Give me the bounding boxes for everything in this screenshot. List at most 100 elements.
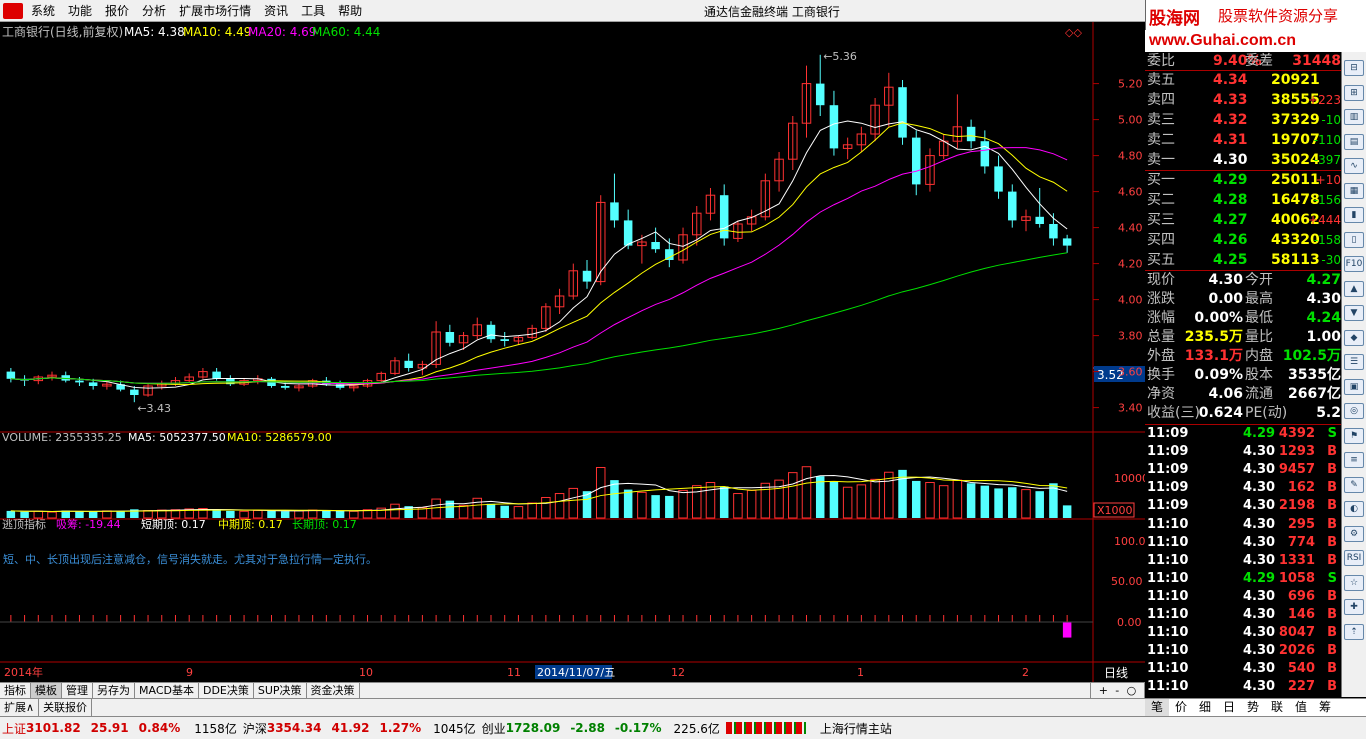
ask-row[interactable]: 卖五 4.34 20921	[1145, 71, 1341, 90]
tick-row[interactable]: 11:10 4.30 227 B	[1145, 678, 1341, 696]
panel-icon[interactable]: ▣	[1344, 378, 1364, 395]
stat-row[interactable]: 换手 0.09% 股本 3535亿	[1145, 366, 1341, 385]
tick-row[interactable]: 11:10 4.30 2026 B	[1145, 642, 1341, 660]
bid-row[interactable]: 买五 4.25 58113 -30	[1145, 251, 1341, 270]
bottom-tab[interactable]: 另存为	[93, 683, 135, 698]
wave-icon[interactable]: ∿	[1344, 158, 1364, 174]
station-label[interactable]: 上海行情主站	[820, 720, 892, 737]
right-tab[interactable]: 值	[1289, 699, 1313, 716]
bottom-tab[interactable]: MACD基本	[135, 683, 199, 698]
volume-bar	[1021, 489, 1031, 519]
weibi-row[interactable]: 委比 9.40% 委差 31448	[1145, 52, 1341, 71]
menu-info[interactable]: 资讯	[264, 2, 301, 19]
right-tab[interactable]: 筹	[1313, 699, 1337, 716]
cross-icon[interactable]: ✚	[1344, 599, 1364, 615]
bottom-tab[interactable]: DDE决策	[199, 683, 254, 698]
menu-system[interactable]: 系统	[31, 2, 68, 19]
stat-row[interactable]: 涨幅 0.00% 最低 4.24	[1145, 309, 1341, 328]
stat-row[interactable]: 净资 4.06 流通 2667亿	[1145, 385, 1341, 404]
zoom-reset-button[interactable]: ○	[1127, 683, 1137, 698]
bottom-tab[interactable]: 资金决策	[307, 683, 360, 698]
menu-ext-market[interactable]: 扩展市场行情	[179, 2, 264, 19]
x-label-jan: 1	[857, 666, 864, 679]
grid-icon[interactable]: ▥	[1344, 109, 1364, 125]
bid-row[interactable]: 买二 4.28 16478 -156	[1145, 191, 1341, 210]
tick-row[interactable]: 11:10 4.30 8047 B	[1145, 624, 1341, 642]
ask-row[interactable]: 卖四 4.33 38555 +223	[1145, 91, 1341, 110]
bottom-tab[interactable]: SUP决策	[254, 683, 307, 698]
menu-quote[interactable]: 报价	[105, 2, 142, 19]
zoom-in-button[interactable]: +	[1099, 683, 1108, 698]
menu-help[interactable]: 帮助	[338, 2, 375, 19]
bar-icon[interactable]: ▯	[1344, 231, 1364, 248]
right-tab[interactable]: 联	[1265, 699, 1289, 716]
arrow-up-icon[interactable]: ⇡	[1344, 623, 1364, 640]
tick-row[interactable]: 11:10 4.30 774 B	[1145, 534, 1341, 552]
tick-row[interactable]: 11:10 4.30 146 B	[1145, 606, 1341, 624]
menu-analysis[interactable]: 分析	[142, 2, 179, 19]
tick-row[interactable]: 11:09 4.30 9457 B	[1145, 461, 1341, 479]
ind-tick-100: 100.0	[1114, 535, 1145, 548]
bottom-tab[interactable]: 模板	[31, 683, 62, 698]
menu-function[interactable]: 功能	[68, 2, 105, 19]
tick-row[interactable]: 11:10 4.30 1331 B	[1145, 552, 1341, 570]
tick-row[interactable]: 11:09 4.30 1293 B	[1145, 443, 1341, 461]
right-tab[interactable]: 笔	[1145, 699, 1169, 716]
tick-row[interactable]: 11:09 4.30 2198 B	[1145, 497, 1341, 515]
target-icon[interactable]: ◎	[1344, 403, 1364, 419]
ext-tab[interactable]: 关联报价	[39, 699, 93, 716]
stat-row[interactable]: 总量 235.5万 量比 1.00	[1145, 328, 1341, 347]
table-icon[interactable]: ▦	[1344, 182, 1364, 199]
pen-icon[interactable]: ✎	[1344, 476, 1364, 493]
chart-mode-icon[interactable]: ◇◇	[1065, 26, 1082, 39]
right-tab[interactable]: 势	[1241, 699, 1265, 716]
lines-icon[interactable]: ≡	[1344, 452, 1364, 468]
kline-chart[interactable]: 3.52 工商银行(日线,前复权) MA5: 4.38 MA10: 4.49 M…	[0, 22, 1149, 682]
expand-icon[interactable]: ⊞	[1344, 84, 1364, 101]
bottom-tab[interactable]: 指标	[0, 683, 31, 698]
candle-body	[1035, 216, 1044, 224]
sh-value[interactable]: 3101.82	[26, 721, 81, 735]
diamond-icon[interactable]: ◆	[1344, 329, 1364, 346]
cy-value[interactable]: 1728.09	[506, 721, 561, 735]
period-label[interactable]: 日线	[1104, 666, 1128, 680]
bid-row[interactable]: 买一 4.29 25011 +10	[1145, 171, 1341, 190]
rsi-icon[interactable]: RSI	[1344, 550, 1364, 566]
ask-row[interactable]: 卖三 4.32 37329 -10	[1145, 111, 1341, 130]
ask-row[interactable]: 卖一 4.30 35024 -397	[1145, 151, 1341, 170]
tick-row[interactable]: 11:09 4.30 162 B	[1145, 479, 1341, 497]
tick-row[interactable]: 11:10 4.29 1058 S	[1145, 570, 1341, 588]
stat-row[interactable]: 收益(三) 0.624 PE(动) 5.2	[1145, 404, 1341, 423]
gear-icon[interactable]: ⚙	[1344, 525, 1364, 542]
down-icon[interactable]: ▼	[1344, 305, 1364, 321]
f10-icon[interactable]: F10	[1344, 256, 1364, 272]
stat-row[interactable]: 外盘 133.1万 内盘 102.5万	[1145, 347, 1341, 366]
stat-row[interactable]: 现价 4.30 今开 4.27	[1145, 271, 1341, 290]
zoom-out-button[interactable]: -	[1115, 683, 1119, 698]
bottom-tab[interactable]: 管理	[62, 683, 93, 698]
hs-value[interactable]: 3354.34	[267, 721, 322, 735]
menu-icon[interactable]: ☰	[1344, 354, 1364, 370]
collapse-icon[interactable]: ⊟	[1344, 60, 1364, 76]
up-icon[interactable]: ▲	[1344, 280, 1364, 297]
menu-tools[interactable]: 工具	[301, 2, 338, 19]
ask-row[interactable]: 卖二 4.31 19707 -110	[1145, 131, 1341, 150]
right-tab[interactable]: 细	[1193, 699, 1217, 716]
star-icon[interactable]: ☆	[1344, 574, 1364, 591]
ext-tab[interactable]: 扩展∧	[0, 699, 40, 716]
chart-canvas[interactable]: 3.52 工商银行(日线,前复权) MA5: 4.38 MA10: 4.49 M…	[0, 22, 1149, 682]
tick-row[interactable]: 11:09 4.29 4392 S	[1145, 425, 1341, 443]
bid-row[interactable]: 买三 4.27 40062 +444	[1145, 211, 1341, 230]
right-tab[interactable]: 价	[1169, 699, 1193, 716]
list-icon[interactable]: ▤	[1344, 133, 1364, 150]
tick-row[interactable]: 11:10 4.30 540 B	[1145, 660, 1341, 678]
tick-row[interactable]: 11:10 4.30 696 B	[1145, 588, 1341, 606]
candle-icon[interactable]: ▮	[1344, 207, 1364, 223]
tick-row[interactable]: 11:10 4.30 295 B	[1145, 516, 1341, 534]
tick-list[interactable]: 11:09 4.29 4392 S 11:09 4.30 1293 B 11:09 4.30 945…	[1145, 424, 1341, 696]
flag-icon[interactable]: ⚑	[1344, 427, 1364, 444]
right-tab[interactable]: 日	[1217, 699, 1241, 716]
bid-row[interactable]: 买四 4.26 43320 -158	[1145, 231, 1341, 250]
half-icon[interactable]: ◐	[1344, 501, 1364, 517]
stat-row[interactable]: 涨跌 0.00 最高 4.30	[1145, 290, 1341, 309]
